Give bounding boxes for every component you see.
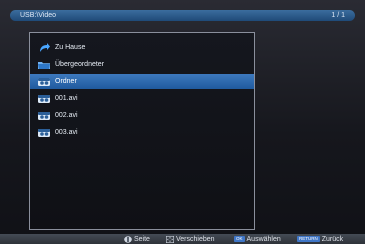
- help-back-label: Zurück: [321, 235, 344, 243]
- title-bar: USB:\Video 1 / 1: [10, 10, 355, 21]
- help-select-label: Auswählen: [246, 235, 281, 243]
- list-item-label: 003.avi: [55, 129, 78, 136]
- home-arrow-icon: [40, 42, 50, 52]
- help-bar: Seite Verschieben OK Auswählen RETURN Zu…: [0, 234, 365, 244]
- help-page: Seite: [124, 234, 150, 244]
- page-counter: 1 / 1: [331, 12, 345, 19]
- list-item-label: Zu Hause: [55, 44, 86, 51]
- list-item-label: Übergeordneter: [55, 61, 105, 68]
- list-item-label: Ordner: [55, 78, 77, 85]
- help-select: OK Auswählen: [234, 234, 281, 244]
- help-move: Verschieben: [166, 234, 215, 244]
- path-label: USB:\Video: [20, 12, 57, 19]
- file-browser-panel: Zu Hause Übergeordneter Ordner 001.avi 0…: [29, 32, 255, 230]
- video-file-icon: [38, 77, 50, 86]
- list-item-file[interactable]: 002.avi: [30, 108, 254, 123]
- return-key: RETURN: [297, 236, 320, 242]
- screen-frame: USB:\Video 1 / 1 Zu Hause Übergeordneter: [0, 0, 365, 244]
- parent-folder-icon: [38, 61, 50, 69]
- video-file-icon: [38, 128, 50, 137]
- arrow-keys-icon: [166, 235, 174, 243]
- list-item-label: 002.avi: [55, 112, 78, 119]
- video-file-icon: [38, 94, 50, 103]
- help-move-label: Verschieben: [176, 235, 215, 243]
- list-item-home[interactable]: Zu Hause: [30, 40, 254, 55]
- page-dial-icon: [124, 235, 132, 243]
- help-page-label: Seite: [134, 235, 150, 243]
- list-item-folder[interactable]: Ordner: [30, 74, 254, 89]
- video-file-icon: [38, 111, 50, 120]
- help-back: RETURN Zurück: [297, 234, 343, 244]
- list-item-label: 001.avi: [55, 95, 78, 102]
- list-item-file[interactable]: 001.avi: [30, 91, 254, 106]
- list-item-parent[interactable]: Übergeordneter: [30, 57, 254, 72]
- list-item-file[interactable]: 003.avi: [30, 125, 254, 140]
- ok-key: OK: [234, 236, 245, 242]
